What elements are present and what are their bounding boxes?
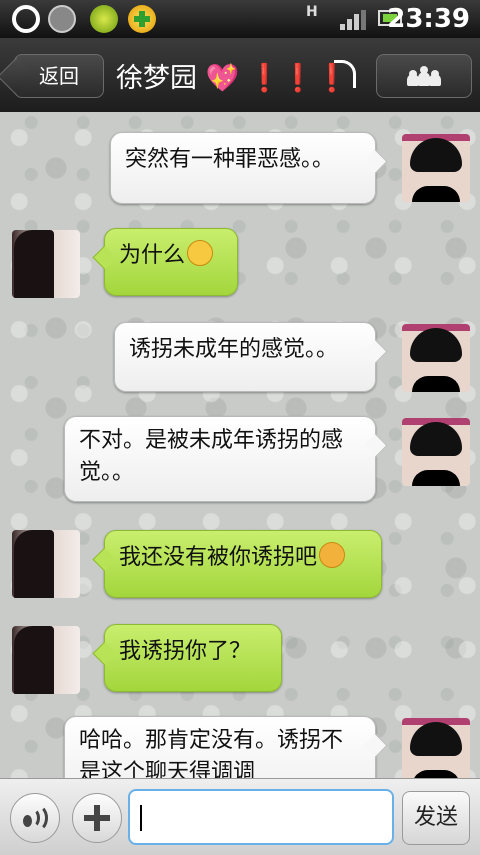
chat-message-list[interactable]: 突然有一种罪恶感。。 为什么 诱拐未成年的感觉。。 不对。是被未成年诱拐的感觉。… <box>0 112 480 778</box>
my-avatar[interactable] <box>402 134 470 202</box>
message-text: 突然有一种罪恶感。。 <box>125 147 335 172</box>
contact-avatar[interactable] <box>12 530 80 598</box>
message-text: 我还没有被你诱拐吧 <box>119 545 318 570</box>
incoming-message[interactable]: 为什么 <box>104 228 238 296</box>
settings-gear-icon <box>48 5 76 33</box>
music-app-icon <box>90 5 118 33</box>
plus-app-icon <box>128 5 156 33</box>
members-button[interactable] <box>376 54 472 98</box>
attach-button[interactable] <box>72 793 122 843</box>
my-avatar[interactable] <box>402 418 470 486</box>
message-text: 为什么 <box>119 243 186 268</box>
notification-ring-icon <box>12 5 40 33</box>
incoming-message[interactable]: 我诱拐你了？ <box>104 624 282 692</box>
network-type-label: H <box>306 4 318 20</box>
message-text: 诱拐未成年的感觉。。 <box>129 337 339 362</box>
message-text: 不对。是被未成年诱拐的感觉。。 <box>79 428 344 485</box>
status-bar: H 23:39 <box>0 0 480 38</box>
my-avatar[interactable] <box>402 718 470 778</box>
smiley-icon <box>187 240 214 266</box>
contact-name-text: 徐梦园 <box>116 63 197 94</box>
my-avatar[interactable] <box>402 324 470 392</box>
back-button-label: 返回 <box>39 64 79 88</box>
contact-name: 徐梦园 💖 ❗❗❗ <box>116 56 349 95</box>
message-text: 哈哈。那肯定没有。诱拐不是这个聊天得调调 <box>79 728 344 778</box>
earpiece-icon[interactable] <box>334 60 356 88</box>
text-cursor <box>140 805 142 831</box>
contact-avatar[interactable] <box>12 230 80 298</box>
outgoing-message[interactable]: 哈哈。那肯定没有。诱拐不是这个聊天得调调 <box>64 716 376 778</box>
back-button[interactable]: 返回 <box>14 54 104 98</box>
message-input[interactable] <box>128 789 394 845</box>
send-button[interactable]: 发送 <box>402 791 470 845</box>
status-time: 23:39 <box>387 4 470 34</box>
outgoing-message[interactable]: 不对。是被未成年诱拐的感觉。。 <box>64 416 376 502</box>
incoming-message[interactable]: 我还没有被你诱拐吧 <box>104 530 382 598</box>
chat-header: 返回 徐梦园 💖 ❗❗❗ <box>0 38 480 114</box>
outgoing-message[interactable]: 诱拐未成年的感觉。。 <box>114 322 376 392</box>
message-input-bar: 发送 <box>0 778 480 855</box>
contact-avatar[interactable] <box>12 626 80 694</box>
group-members-icon <box>407 66 441 86</box>
angry-smiley-icon <box>319 542 346 568</box>
message-text: 我诱拐你了？ <box>119 639 252 664</box>
heart-emoji: 💖 <box>205 63 240 94</box>
signal-icon <box>340 8 366 30</box>
outgoing-message[interactable]: 突然有一种罪恶感。。 <box>110 132 376 204</box>
voice-icon <box>23 804 48 832</box>
voice-button[interactable] <box>10 793 60 843</box>
